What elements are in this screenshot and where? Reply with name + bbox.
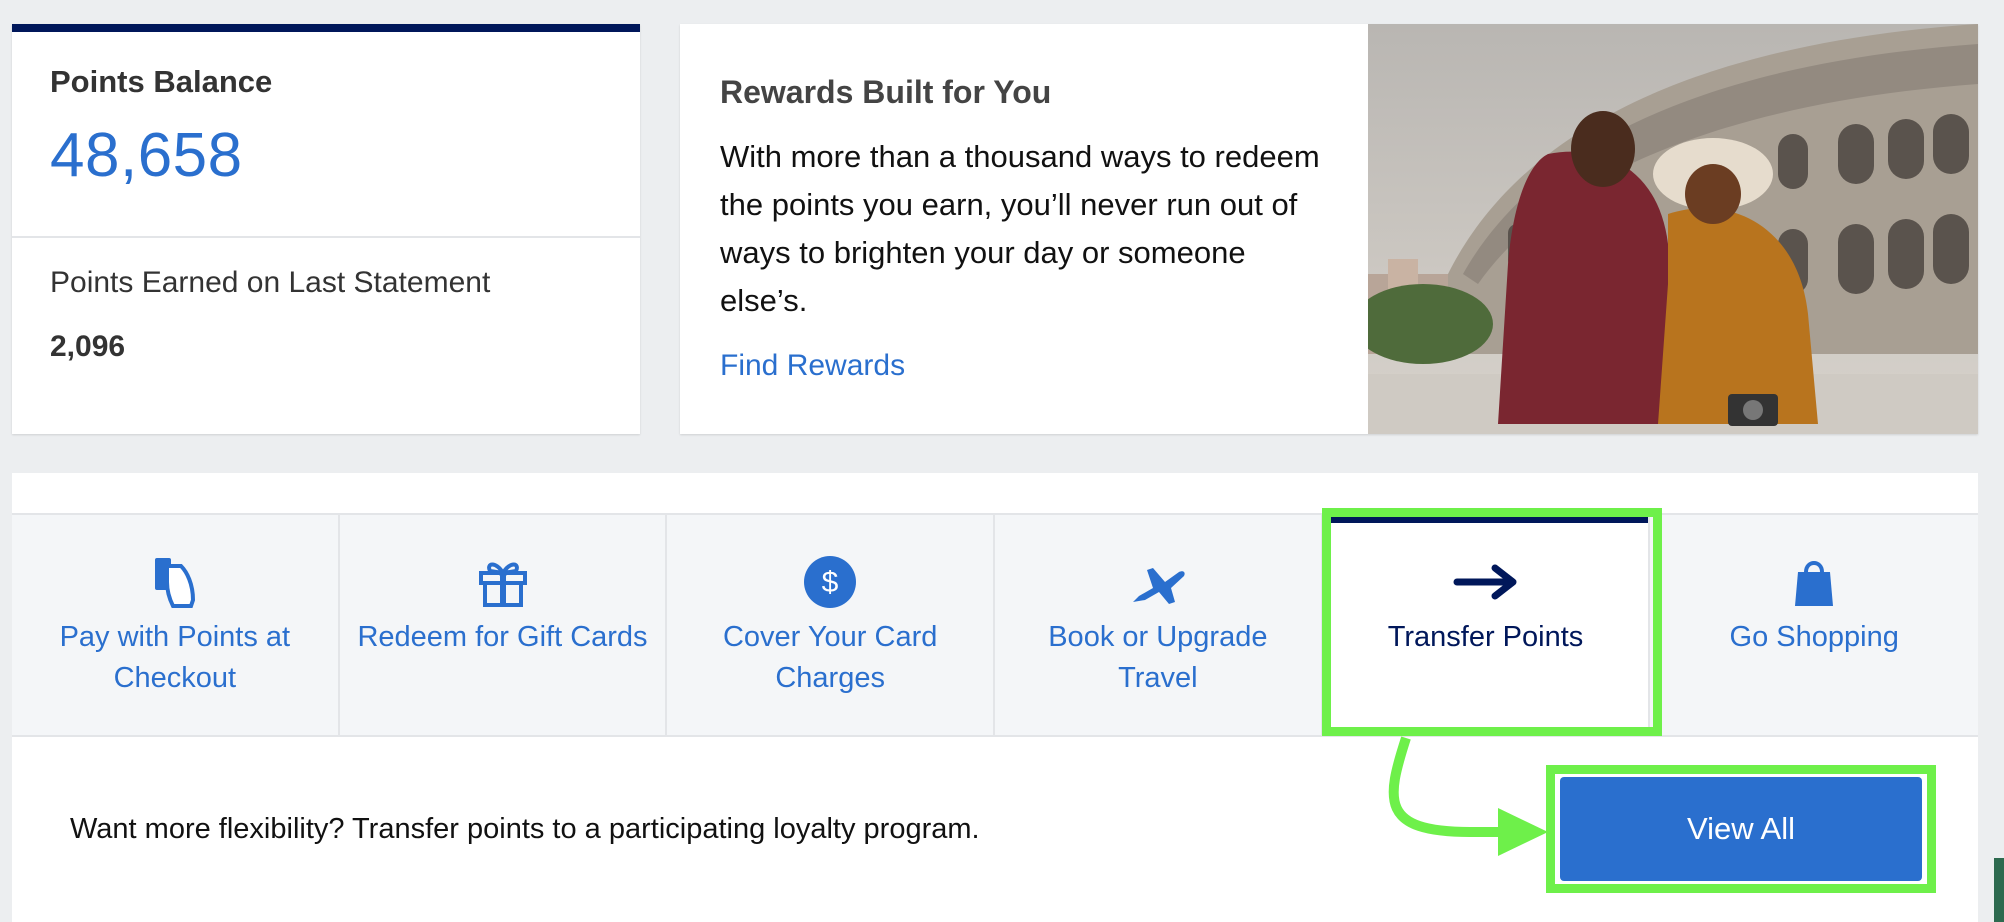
points-earned-label: Points Earned on Last Statement: [50, 266, 491, 299]
promo-text: Rewards Built for You With more than a t…: [720, 74, 1340, 383]
shopping-bag-icon: [1650, 555, 1978, 609]
balance-section: Points Balance 48,658: [12, 32, 640, 238]
airplane-icon: [995, 555, 1321, 609]
tab-transfer-points[interactable]: Transfer Points: [1322, 515, 1651, 735]
tab-cover-charges[interactable]: $ Cover Your Card Charges: [667, 515, 996, 735]
points-earned-value: 2,096: [50, 330, 126, 363]
dollar-circle-icon: $: [667, 555, 993, 609]
promo-body: With more than a thousand ways to redeem…: [720, 139, 1320, 318]
promo-title: Rewards Built for You: [720, 74, 1052, 110]
earned-section: Points Earned on Last Statement 2,096: [12, 238, 640, 364]
svg-text:$: $: [822, 566, 839, 599]
tab-label: Redeem for Gift Cards: [357, 621, 648, 653]
rewards-promo-card: Rewards Built for You With more than a t…: [680, 24, 1978, 434]
points-balance-label: Points Balance: [50, 64, 273, 99]
points-balance-value: 48,658: [50, 121, 243, 190]
tab-label: Transfer Points: [1387, 621, 1584, 653]
tab-go-shopping[interactable]: Go Shopping: [1650, 515, 1979, 735]
transfer-description: Want more flexibility? Transfer points t…: [70, 813, 980, 845]
tab-label: Pay with Points at Checkout: [59, 621, 291, 694]
redeem-options-panel: Pay with Points at Checkout Redeem for G…: [12, 473, 1979, 922]
tab-gift-cards[interactable]: Redeem for Gift Cards: [339, 515, 668, 735]
find-rewards-link[interactable]: Find Rewards: [720, 349, 905, 383]
tab-label: Book or Upgrade Travel: [1048, 621, 1268, 694]
tab-travel[interactable]: Book or Upgrade Travel: [995, 515, 1323, 735]
tab-pay-with-points[interactable]: Pay with Points at Checkout: [12, 515, 340, 735]
redeem-tabs: Pay with Points at Checkout Redeem for G…: [12, 513, 1979, 737]
tab-label: Go Shopping: [1729, 621, 1899, 653]
edge-strip: [1994, 858, 2004, 922]
points-balance-card: Points Balance 48,658 Points Earned on L…: [12, 24, 640, 434]
card-tap-icon: [12, 555, 338, 609]
colosseum-couple-image: [1368, 24, 1978, 434]
tab-label: Cover Your Card Charges: [722, 621, 938, 694]
gift-icon: [340, 555, 666, 609]
view-all-button[interactable]: View All: [1560, 777, 1922, 881]
arrow-right-icon: [1323, 555, 1649, 609]
